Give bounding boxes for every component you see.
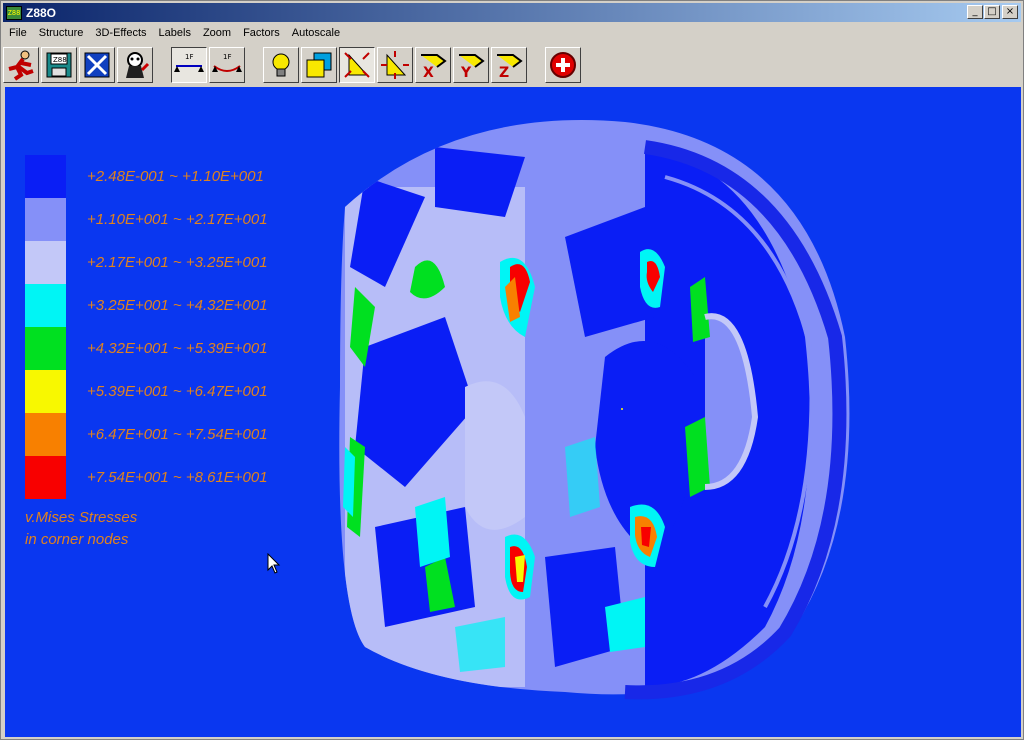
svg-text:1F: 1F [223,53,231,61]
rotate-z-icon: Z [497,54,523,81]
legend-label: +5.39E+001 ~ +6.47E+001 [87,383,268,400]
legend-label: +2.17E+001 ~ +3.25E+001 [87,254,268,271]
triangle-arrows-icon [344,52,370,78]
app-icon: Z88 [6,5,22,20]
menu-bar: File Structure 3D-Effects Labels Zoom Fa… [3,23,346,42]
legend-label: +2.48E-001 ~ +1.10E+001 [87,168,264,185]
undeformed-structure-button[interactable]: 1F [171,47,207,83]
legend-swatch [25,327,66,370]
rotate-x-button[interactable]: X [415,47,451,83]
legend-title-line1: v.Mises Stresses [25,509,138,526]
stacked-cubes-icon [306,52,332,78]
layers-button[interactable] [301,47,337,83]
menu-labels[interactable]: Labels [153,27,197,39]
legend-title-line2: in corner nodes [25,531,129,548]
legend-row: +1.10E+001 ~ +2.17E+001 [25,198,268,241]
rotate-pan-button[interactable] [339,47,375,83]
svg-text:Z88: Z88 [53,56,67,64]
stress-legend: +2.48E-001 ~ +1.10E+001 +1.10E+001 ~ +2.… [25,155,268,499]
legend-row: +7.54E+001 ~ +8.61E+001 [25,456,268,499]
legend-label: +4.32E+001 ~ +5.39E+001 [87,340,268,357]
legend-label: +6.47E+001 ~ +7.54E+001 [87,426,268,443]
triangle-zoom-icon [381,51,409,79]
x-box-icon [84,52,110,78]
legend-row: +3.25E+001 ~ +4.32E+001 [25,284,268,327]
svg-text:Y: Y [460,65,472,81]
cartoon-dog-icon [126,52,150,78]
legend-swatch [25,155,66,198]
menu-file[interactable]: File [3,27,33,39]
exit-button[interactable] [3,47,39,83]
rotate-y-icon: Y [459,54,485,81]
stress-plot-button[interactable] [545,47,581,83]
menu-zoom[interactable]: Zoom [197,27,237,39]
rotate-y-button[interactable]: Y [453,47,489,83]
stress-plot-viewport[interactable]: +2.48E-001 ~ +1.10E+001 +1.10E+001 ~ +2.… [5,87,1021,737]
legend-row: +2.17E+001 ~ +3.25E+001 [25,241,268,284]
maximize-button[interactable]: □ [984,5,1000,19]
legend-swatch [25,413,66,456]
legend-label: +7.54E+001 ~ +8.61E+001 [87,469,268,486]
title-bar[interactable]: Z88 Z88O _ □ × [3,3,1021,22]
legend-swatch [25,241,66,284]
close-button[interactable]: × [1002,5,1018,19]
running-man-icon [8,50,34,81]
legend-row: +6.47E+001 ~ +7.54E+001 [25,413,268,456]
light-button[interactable] [263,47,299,83]
legend-row: +5.39E+001 ~ +6.47E+001 [25,370,268,413]
menu-autoscale[interactable]: Autoscale [286,27,346,39]
red-cross-icon [550,52,576,78]
legend-swatch [25,284,66,327]
toolbar: Z88 1F 1F X Y Z [3,44,1021,86]
legend-swatch [25,456,66,499]
legend-title: v.Mises Stresses in corner nodes [25,507,137,551]
application-window: Z88 Z88O _ □ × File Structure 3D-Effects… [0,0,1024,740]
menu-structure[interactable]: Structure [33,27,90,39]
menu-factors[interactable]: Factors [237,27,286,39]
save-button[interactable]: Z88 [41,47,77,83]
lightbulb-icon [272,53,290,77]
delete-button[interactable] [79,47,115,83]
legend-row: +4.32E+001 ~ +5.39E+001 [25,327,268,370]
svg-text:Z: Z [499,65,509,81]
rotate-zoom-button[interactable] [377,47,413,83]
deformed-structure-button[interactable]: 1F [209,47,245,83]
legend-label: +3.25E+001 ~ +4.32E+001 [87,297,268,314]
svg-text:X: X [423,65,434,81]
menu-3d-effects[interactable]: 3D-Effects [89,27,152,39]
legend-row: +2.48E-001 ~ +1.10E+001 [25,155,268,198]
minimize-button[interactable]: _ [967,5,983,19]
rotate-z-button[interactable]: Z [491,47,527,83]
rotate-x-icon: X [421,54,447,81]
svg-text:1F: 1F [185,53,193,61]
legend-swatch [25,198,66,241]
floppy-disk-icon: Z88 [46,52,72,78]
help-button[interactable] [117,47,153,83]
deformed-structure-icon: 1F [212,53,242,72]
legend-label: +1.10E+001 ~ +2.17E+001 [87,211,268,228]
window-title: Z88O [26,5,57,20]
legend-swatch [25,370,66,413]
mouse-cursor-icon [267,553,281,574]
undeformed-structure-icon: 1F [174,53,204,72]
